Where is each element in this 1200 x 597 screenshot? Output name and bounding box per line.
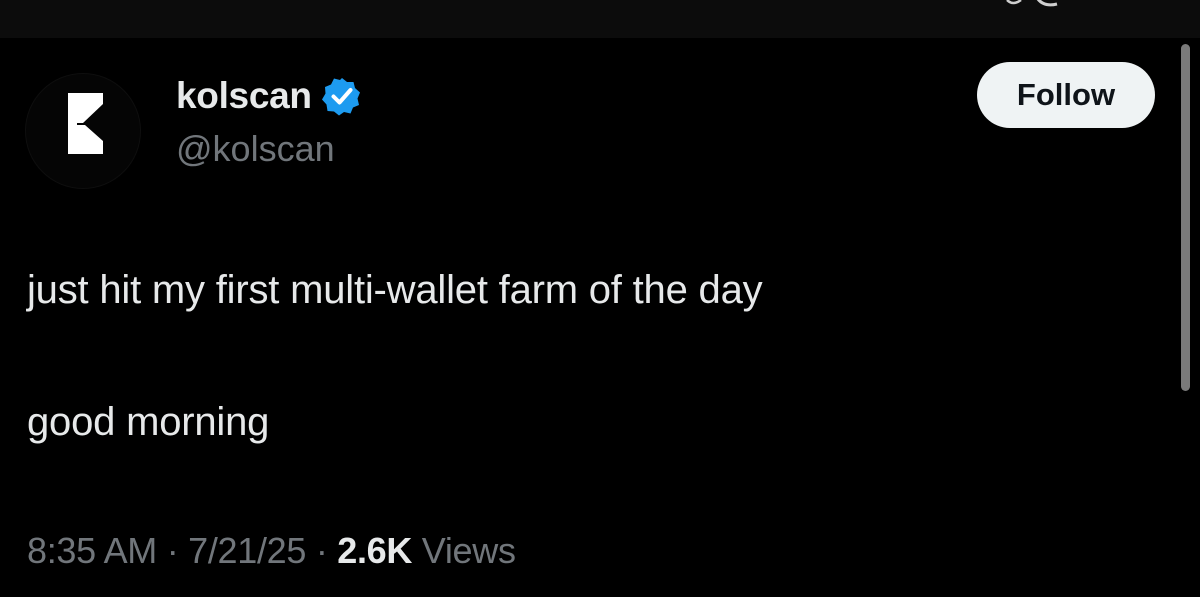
post-time[interactable]: 8:35 AM bbox=[27, 530, 157, 571]
meta-separator: · bbox=[315, 530, 328, 571]
post-date[interactable]: 7/21/25 bbox=[188, 530, 306, 571]
post-metadata: 8:35 AM · 7/21/25 · 2.6K Views bbox=[27, 530, 516, 572]
scrollbar[interactable] bbox=[1181, 44, 1190, 391]
top-bar-icon bbox=[1006, 0, 1058, 7]
post-text-line: good morning bbox=[27, 400, 270, 444]
follow-button[interactable]: Follow bbox=[977, 62, 1155, 128]
display-name[interactable]: kolscan bbox=[176, 75, 312, 117]
verified-badge-icon bbox=[321, 78, 360, 116]
post-text-line: just hit my first multi-wallet farm of t… bbox=[27, 268, 763, 312]
top-bar bbox=[0, 0, 1200, 38]
avatar[interactable] bbox=[26, 74, 140, 188]
author-name-row[interactable]: kolscan bbox=[176, 72, 362, 120]
kolscan-logo-icon bbox=[68, 93, 103, 154]
views-label: Views bbox=[421, 530, 516, 571]
meta-separator: · bbox=[166, 530, 179, 571]
author-handle[interactable]: @kolscan bbox=[176, 128, 335, 170]
views-count[interactable]: 2.6K bbox=[337, 530, 412, 571]
